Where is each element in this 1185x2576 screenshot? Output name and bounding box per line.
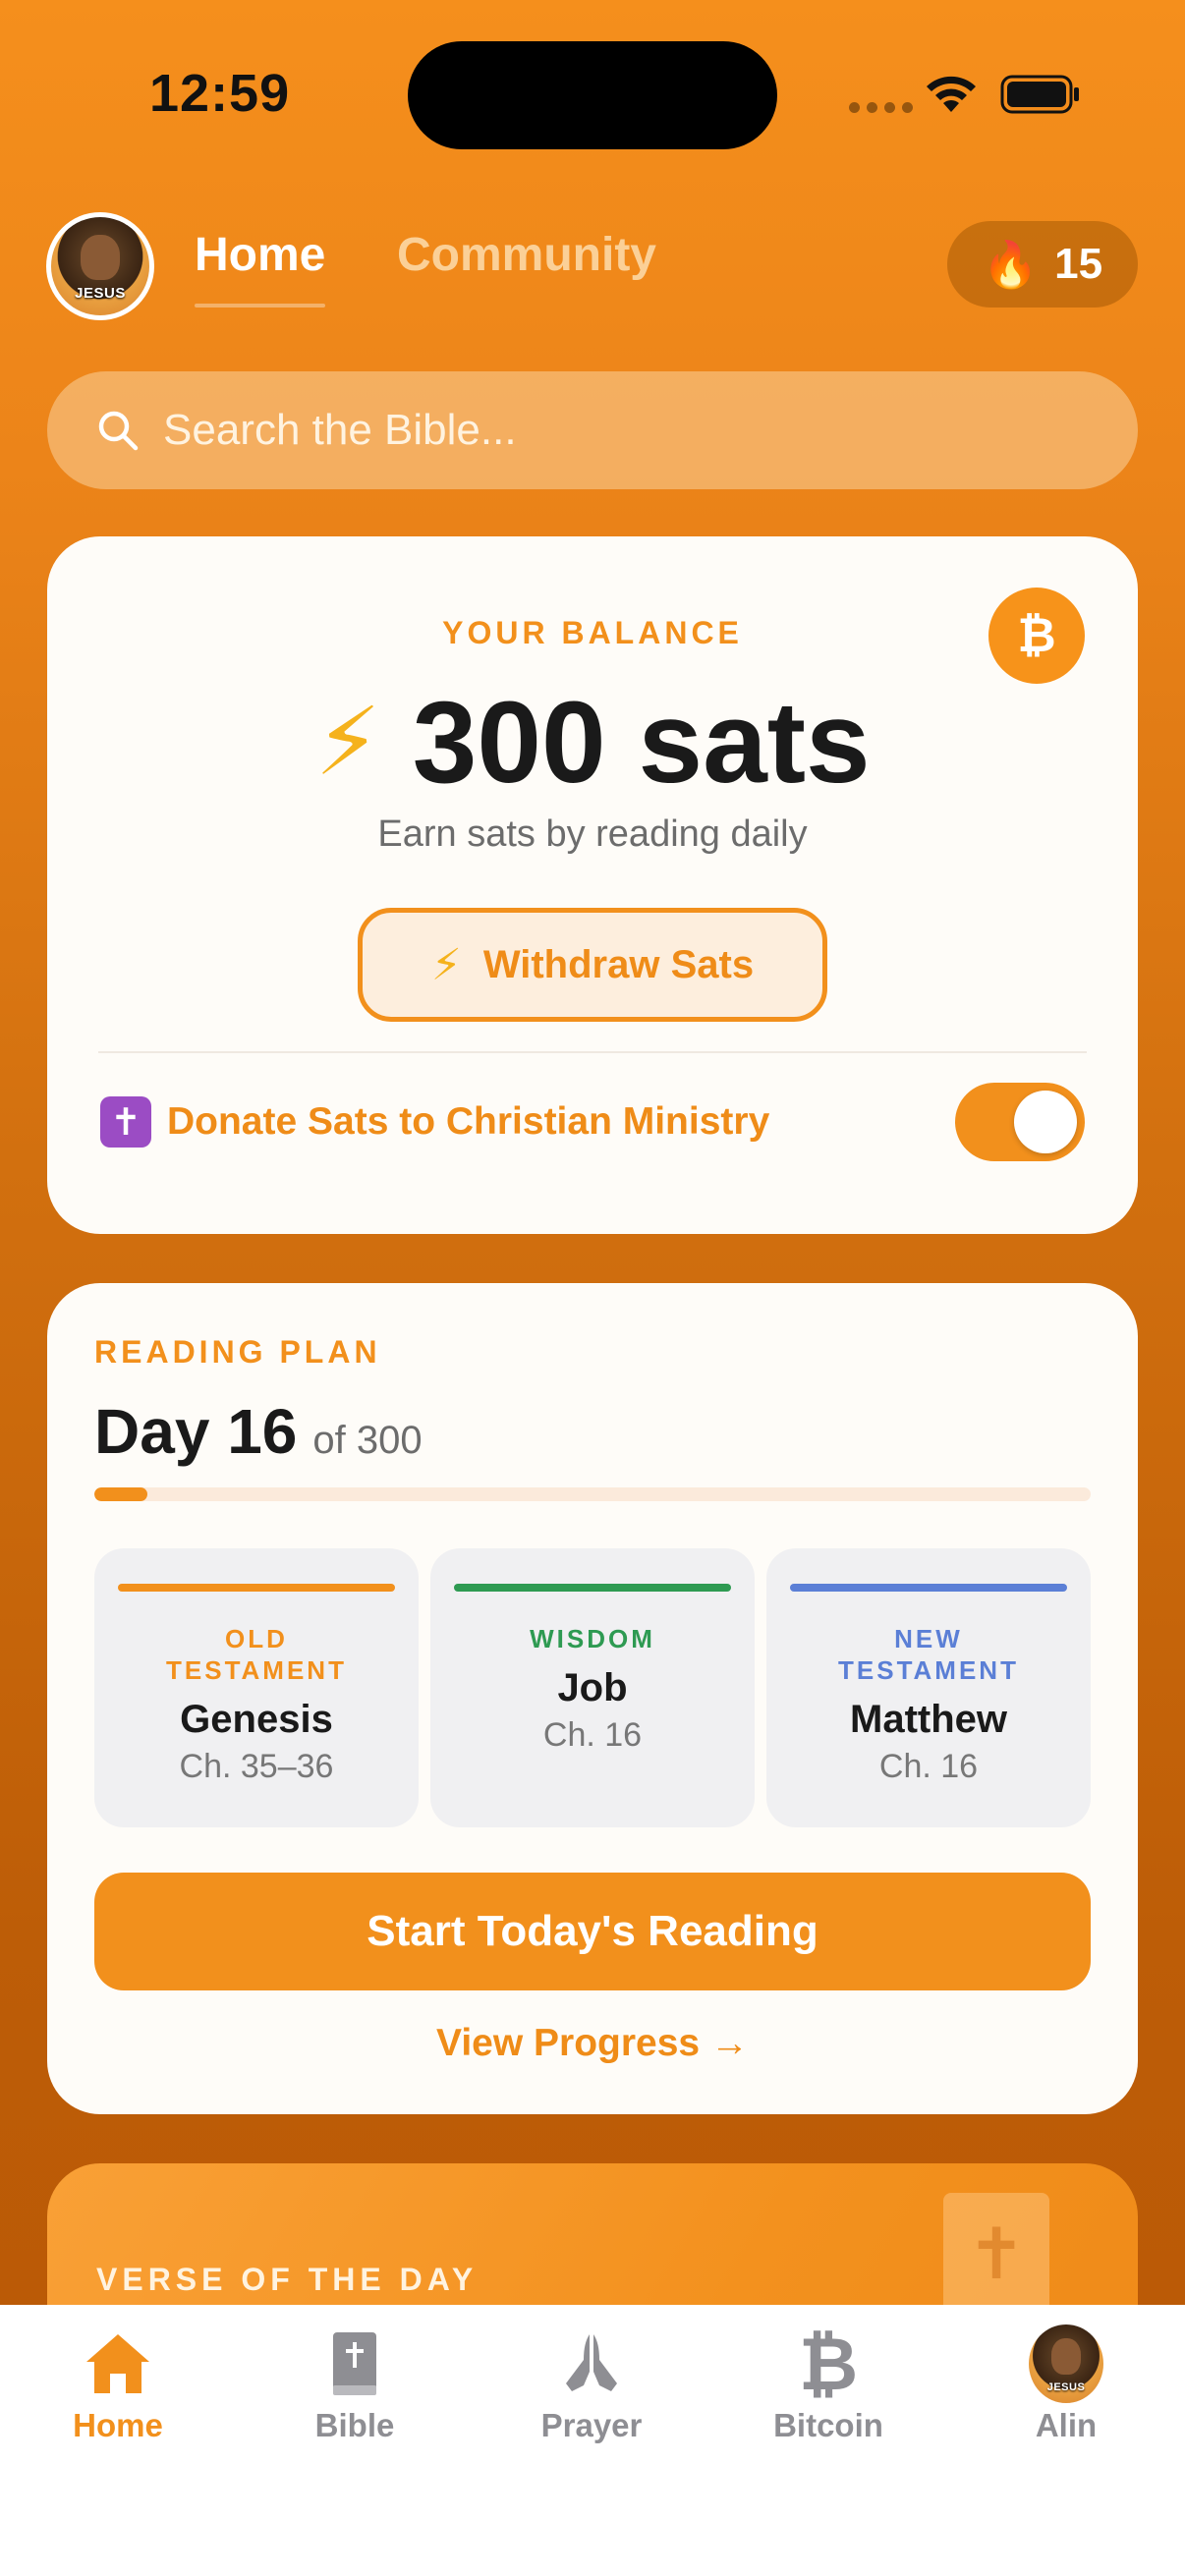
bitcoin-icon: ₿ (798, 2323, 859, 2405)
balance-amount-row: ⚡ 300 sats (47, 676, 1138, 810)
reading-tracks: OLD TESTAMENT Genesis Ch. 35–36 WISDOM J… (94, 1548, 1091, 1827)
track-card-old-testament[interactable]: OLD TESTAMENT Genesis Ch. 35–36 (94, 1548, 419, 1827)
home-icon (86, 2334, 149, 2393)
search-input[interactable] (163, 406, 1138, 455)
track-chapters: Ch. 35–36 (179, 1748, 334, 1785)
verse-label: VERSE OF THE DAY (96, 2262, 479, 2297)
withdraw-sats-button[interactable]: ⚡ Withdraw Sats (358, 908, 827, 1022)
praying-hands-icon (566, 2334, 617, 2391)
withdraw-label: Withdraw Sats (482, 942, 755, 986)
lightning-icon: ⚡ (314, 690, 381, 795)
tab-label: Prayer (540, 2407, 643, 2443)
lightning-icon: ⚡ (430, 940, 462, 989)
flame-icon: 🔥 (982, 239, 1040, 290)
dynamic-island (408, 41, 777, 149)
reading-plan-label: READING PLAN (94, 1334, 381, 1370)
top-nav: JESUS Home Community 🔥 15 (0, 206, 1185, 324)
plan-day-row: Day 16 of 300 (94, 1395, 423, 1468)
bible-icon (333, 2332, 376, 2395)
track-label: OLD TESTAMENT (166, 1624, 347, 1685)
tab-bar-bitcoin[interactable]: ₿ Bitcoin (730, 2323, 927, 2444)
track-color-bar (454, 1584, 731, 1592)
wifi-icon (927, 76, 976, 112)
track-card-wisdom[interactable]: WISDOM Job Ch. 16 (430, 1548, 755, 1827)
plan-progress-bar (94, 1487, 1091, 1501)
tab-label: Bible (314, 2407, 395, 2443)
profile-avatar[interactable]: JESUS (46, 212, 154, 320)
balance-amount: 300 sats (412, 678, 871, 808)
tab-bar-home[interactable]: Home (20, 2326, 216, 2444)
plan-total: of 300 (312, 1419, 423, 1462)
donate-label: Donate Sats to Christian Ministry (167, 1100, 770, 1143)
tab-label: Bitcoin (773, 2407, 883, 2443)
track-color-bar (118, 1584, 395, 1592)
search-bar[interactable] (47, 371, 1138, 489)
cross-icon: ✝ (100, 1096, 151, 1148)
status-time: 12:59 (149, 64, 291, 123)
tab-community[interactable]: Community (397, 228, 656, 282)
reading-plan-card: READING PLAN Day 16 of 300 OLD TESTAMENT… (47, 1283, 1138, 2114)
track-label: NEW TESTAMENT (838, 1624, 1019, 1685)
status-bar: 12:59 (0, 0, 1185, 196)
plan-progress-fill (94, 1487, 147, 1501)
profile-avatar: JESUS (1029, 2324, 1103, 2403)
streak-count: 15 (1054, 240, 1103, 288)
avatar-badge-text: JESUS (75, 285, 126, 302)
track-card-new-testament[interactable]: NEW TESTAMENT Matthew Ch. 16 (766, 1548, 1091, 1827)
tab-bar-bible[interactable]: Bible (256, 2326, 453, 2444)
cellular-signal-icon (849, 102, 913, 113)
balance-label: YOUR BALANCE (442, 615, 743, 650)
start-reading-button[interactable]: Start Today's Reading (94, 1873, 1091, 1990)
track-chapters: Ch. 16 (542, 1716, 643, 1754)
bottom-tab-bar: Home Bible Prayer ₿ Bitcoin JESUS Alin (0, 2305, 1185, 2576)
balance-subtitle: Earn sats by reading daily (377, 813, 808, 855)
cross-icon: ✝ (943, 2193, 1049, 2315)
track-book: Matthew (850, 1698, 1007, 1741)
search-icon (98, 411, 139, 451)
track-color-bar (790, 1584, 1067, 1592)
battery-icon (1000, 75, 1079, 114)
divider (98, 1051, 1087, 1053)
tab-home[interactable]: Home (195, 228, 326, 308)
track-chapters: Ch. 16 (878, 1748, 979, 1785)
plan-day: Day 16 (94, 1396, 298, 1467)
track-book: Job (557, 1666, 628, 1709)
view-progress-link[interactable]: View Progress → (47, 2022, 1138, 2065)
track-book: Genesis (180, 1698, 333, 1741)
tab-label: Alin (1035, 2407, 1098, 2443)
avatar-badge-text: JESUS (1046, 2381, 1086, 2394)
donate-row: ✝ Donate Sats to Christian Ministry (100, 1081, 1085, 1163)
donate-toggle[interactable] (955, 1083, 1085, 1161)
tab-label: Home (73, 2407, 163, 2443)
streak-badge[interactable]: 🔥 15 (947, 221, 1138, 308)
balance-card: ₿ YOUR BALANCE ⚡ 300 sats Earn sats by r… (47, 536, 1138, 1234)
track-label: WISDOM (530, 1624, 655, 1653)
toggle-knob (1014, 1091, 1077, 1153)
tab-bar-prayer[interactable]: Prayer (493, 2326, 690, 2444)
tab-bar-profile[interactable]: JESUS Alin (968, 2324, 1164, 2444)
